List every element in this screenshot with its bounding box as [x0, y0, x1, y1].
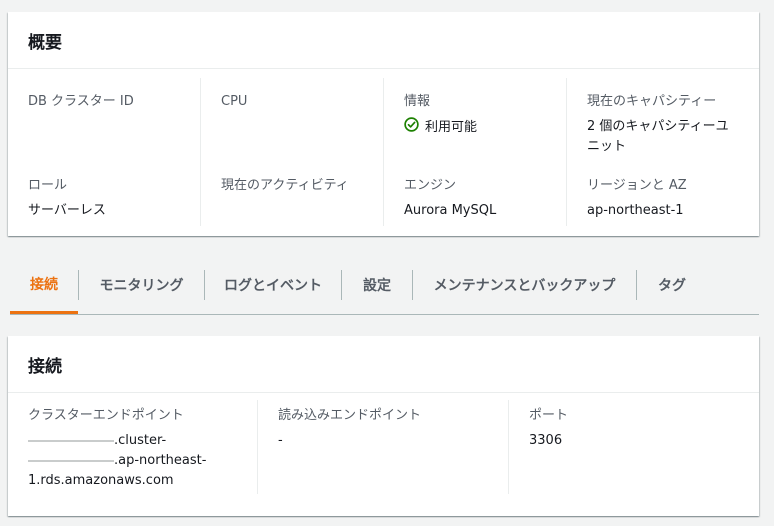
overview-panel: 概要 DB クラスター ID ロール サーバーレス CPU 現在のアクティビティ… [8, 12, 759, 236]
port-field: ポート 3306 [529, 407, 750, 451]
db-cluster-id-label: DB クラスター ID [28, 94, 134, 109]
cluster-endpoint-label: クラスターエンドポイント [28, 408, 184, 423]
port-label: ポート [529, 408, 569, 423]
cluster-endpoint-field: クラスターエンドポイント .cluster- .ap-northeast- 1.… [28, 407, 250, 491]
endpoint-line: 1.rds.amazonaws.com [28, 471, 250, 491]
region-az-value: ap-northeast-1 [587, 203, 684, 218]
tab-bar: 接続 モニタリング ログとイベント 設定 メンテナンスとバックアップ タグ [10, 256, 759, 315]
overview-title: 概要 [28, 32, 62, 53]
tab-connection[interactable]: 接続 [10, 256, 78, 314]
reader-endpoint-column: 読み込みエンドポイント - [257, 400, 507, 494]
redacted-text [28, 439, 114, 442]
overview-header: 概要 [8, 12, 759, 69]
info-field: 情報 利用可能 [404, 93, 558, 139]
port-column: ポート 3306 [508, 400, 758, 494]
overview-column: CPU 現在のアクティビティ [200, 78, 383, 226]
tab-configuration[interactable]: 設定 [342, 256, 412, 314]
engine-label: エンジン [404, 178, 457, 193]
overview-column: DB クラスター ID ロール サーバーレス [8, 78, 191, 226]
cluster-endpoint-column: クラスターエンドポイント .cluster- .ap-northeast- 1.… [8, 400, 258, 494]
current-capacity-value: 2 個のキャパシティーユニット [587, 119, 729, 154]
status-badge: 利用可能 [404, 117, 558, 139]
check-circle-icon [404, 117, 425, 139]
cpu-field: CPU [221, 93, 375, 111]
endpoint-line: .cluster- [28, 431, 250, 451]
endpoint-line: .ap-northeast- [28, 451, 250, 471]
connection-header: 接続 [8, 336, 759, 393]
current-activity-label: 現在のアクティビティ [221, 178, 349, 193]
info-label: 情報 [404, 94, 431, 109]
region-az-label: リージョンと AZ [587, 178, 687, 193]
current-activity-field: 現在のアクティビティ [221, 177, 375, 195]
tab-logs-events[interactable]: ログとイベント [205, 256, 341, 314]
role-value: サーバーレス [28, 203, 106, 218]
role-field: ロール サーバーレス [28, 177, 183, 221]
tab-maintenance-backup[interactable]: メンテナンスとバックアップ [413, 256, 636, 314]
endpoint-line-text: .ap-northeast- [114, 453, 207, 468]
connection-panel: 接続 クラスターエンドポイント .cluster- .ap-northeast-… [8, 336, 759, 516]
overview-column: 情報 利用可能 エンジン Aurora MySQL [383, 78, 566, 226]
tab-monitoring[interactable]: モニタリング [79, 256, 204, 314]
db-cluster-id-field: DB クラスター ID [28, 93, 183, 111]
cpu-label: CPU [221, 94, 248, 109]
role-label: ロール [28, 178, 68, 193]
current-capacity-field: 現在のキャパシティー 2 個のキャパシティーユニット [587, 93, 737, 157]
endpoint-line-text: 1.rds.amazonaws.com [28, 473, 174, 488]
port-value: 3306 [529, 433, 563, 448]
reader-endpoint-field: 読み込みエンドポイント - [278, 407, 499, 451]
region-az-field: リージョンと AZ ap-northeast-1 [587, 177, 751, 221]
engine-value: Aurora MySQL [404, 203, 497, 218]
tab-tags[interactable]: タグ [637, 256, 707, 314]
endpoint-line-text: .cluster- [114, 433, 167, 448]
reader-endpoint-label: 読み込みエンドポイント [278, 408, 422, 423]
status-text: 利用可能 [425, 120, 478, 135]
redacted-text [28, 459, 114, 462]
connection-grid: クラスターエンドポイント .cluster- .ap-northeast- 1.… [8, 393, 759, 515]
engine-field: エンジン Aurora MySQL [404, 177, 558, 221]
cluster-endpoint-value[interactable]: .cluster- .ap-northeast- 1.rds.amazonaws… [28, 431, 250, 491]
overview-column: 現在のキャパシティー 2 個のキャパシティーユニット リージョンと AZ ap-… [566, 78, 759, 226]
current-capacity-label: 現在のキャパシティー [587, 94, 717, 109]
reader-endpoint-value: - [278, 433, 283, 448]
overview-grid: DB クラスター ID ロール サーバーレス CPU 現在のアクティビティ 情報 [8, 69, 759, 236]
connection-title: 接続 [28, 356, 62, 377]
